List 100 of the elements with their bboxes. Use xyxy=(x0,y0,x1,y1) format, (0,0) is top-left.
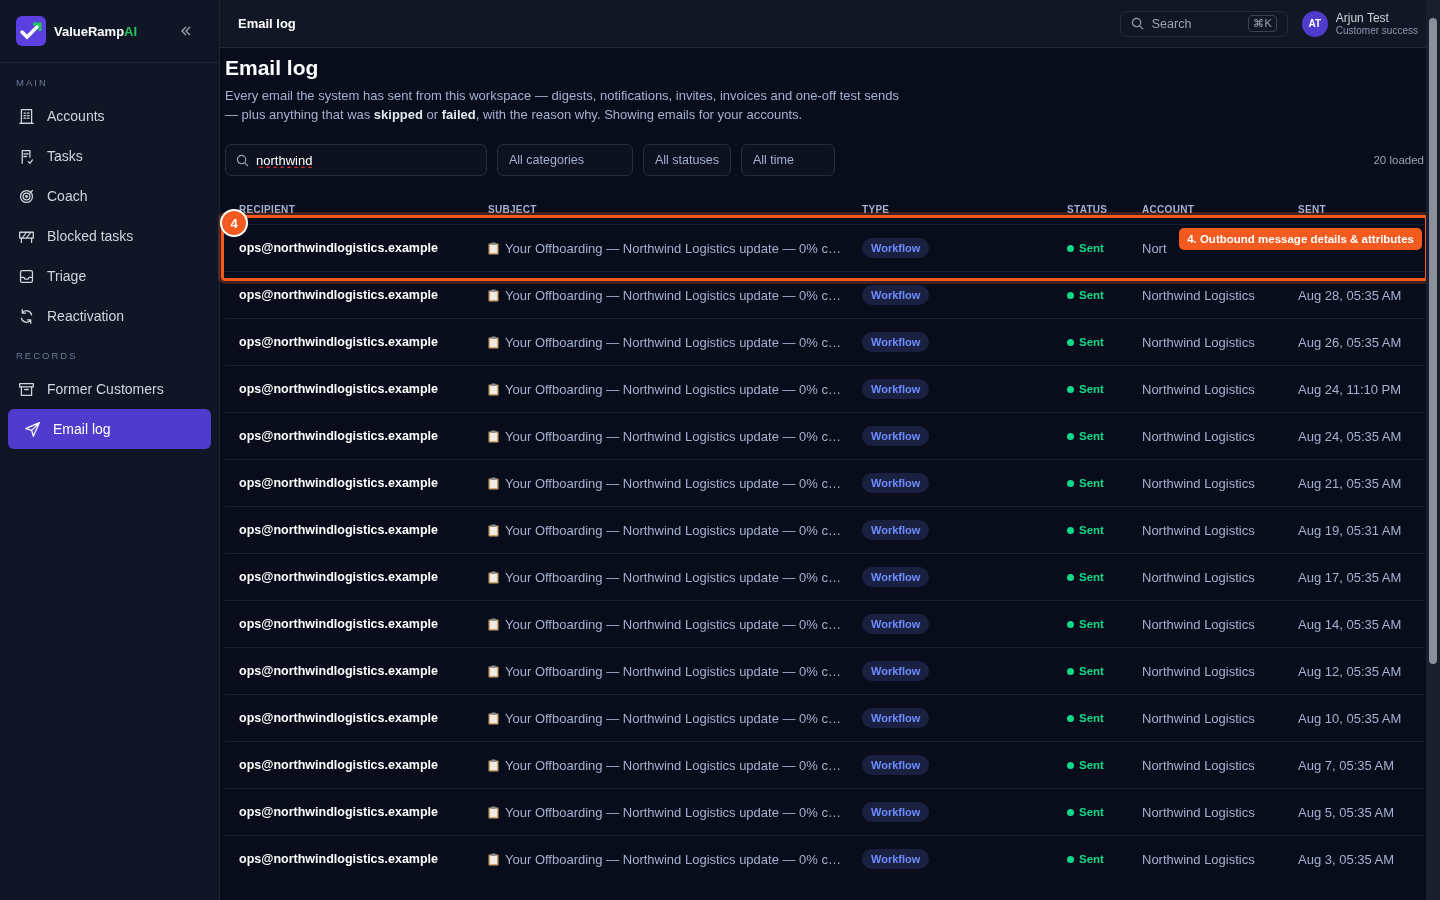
clipboard-icon xyxy=(488,617,499,631)
clipboard-icon xyxy=(488,429,499,443)
sidebar-item[interactable]: Triage xyxy=(8,256,211,296)
status-dot xyxy=(1067,808,1074,816)
shortcut-key: ⌘K xyxy=(1248,15,1277,32)
subject-cell: Your Offboarding — Northwind Logistics update — 0% c… xyxy=(505,663,841,679)
clipboard-icon xyxy=(488,711,499,725)
type-tag: Workflow xyxy=(862,614,930,634)
sidebar-item[interactable]: Reactivation xyxy=(8,296,211,336)
archive-icon xyxy=(18,380,35,398)
type-tag: Workflow xyxy=(862,755,930,775)
recipient-cell: ops@northwindlogistics.example xyxy=(239,805,439,819)
subject-cell: Your Offboarding — Northwind Logistics update — 0% c… xyxy=(505,804,841,820)
sent-cell: Aug 10, 05:35 AM xyxy=(1298,710,1402,726)
status-label: Sent xyxy=(1079,242,1104,254)
status-label: Sent xyxy=(1079,336,1104,348)
sent-cell: Aug 24, 11:10 PM xyxy=(1298,381,1402,397)
account-cell: Northwind Logistics xyxy=(1142,804,1255,820)
status-dot xyxy=(1067,526,1074,534)
recipient-cell: ops@northwindlogistics.example xyxy=(239,617,439,631)
type-tag: Workflow xyxy=(862,379,930,399)
sidebar-item[interactable]: Tasks xyxy=(8,136,211,176)
brand-name: ValueRampAI xyxy=(54,23,139,39)
sent-cell: Aug 17, 05:35 AM xyxy=(1298,569,1402,585)
subject-cell: Your Offboarding — Northwind Logistics update — 0% c… xyxy=(505,616,841,632)
type-tag: Workflow xyxy=(862,520,930,540)
user-name: Arjun Test xyxy=(1335,11,1390,25)
account-cell: Northwind Logistics xyxy=(1142,334,1255,350)
type-tag: Workflow xyxy=(862,238,930,258)
type-tag: Workflow xyxy=(862,567,930,587)
column-header[interactable]: RECIPIENT xyxy=(239,203,296,215)
subject-cell: Your Offboarding — Northwind Logistics update — 0% c… xyxy=(505,757,841,773)
column-header[interactable]: STATUS xyxy=(1067,203,1108,215)
sent-cell: Aug 3, 05:35 AM xyxy=(1298,851,1395,867)
page-title: Email log xyxy=(225,56,320,80)
sent-cell: Aug 24, 05:35 AM xyxy=(1298,428,1402,444)
page-heading: Email log xyxy=(238,16,297,31)
type-tag: Workflow xyxy=(862,473,930,493)
account-cell: Nort xyxy=(1142,240,1167,256)
status-dot xyxy=(1067,338,1074,346)
status-label: Sent xyxy=(1079,665,1104,677)
status-dot xyxy=(1067,855,1074,863)
account-cell: Northwind Logistics xyxy=(1142,851,1255,867)
callout-tooltip: 4. Outbound message details & attributes xyxy=(1179,228,1422,250)
scrollbar[interactable] xyxy=(1426,0,1440,900)
sidebar-item[interactable]: Former Customers xyxy=(8,369,211,409)
type-tag: Workflow xyxy=(862,802,930,822)
sidebar-item[interactable]: Email log xyxy=(8,409,211,449)
status-label: Sent xyxy=(1079,759,1104,771)
clipboard-icon xyxy=(488,570,499,584)
user-role: Customer success xyxy=(1335,25,1418,36)
sent-cell: Aug 12, 05:35 AM xyxy=(1298,663,1402,679)
filter-dropdown[interactable]: All time xyxy=(740,144,835,176)
subject-cell: Your Offboarding — Northwind Logistics update — 0% c… xyxy=(505,522,841,538)
account-cell: Northwind Logistics xyxy=(1142,428,1255,444)
account-cell: Northwind Logistics xyxy=(1142,710,1255,726)
column-header[interactable]: SENT xyxy=(1298,203,1326,215)
column-header[interactable]: TYPE xyxy=(862,203,890,215)
collapse-icon[interactable] xyxy=(179,24,193,38)
subject-cell: Your Offboarding — Northwind Logistics update — 0% c… xyxy=(505,851,841,867)
sidebar-item[interactable]: Blocked tasks xyxy=(8,216,211,256)
inbox-icon xyxy=(18,267,35,285)
filter-search-field[interactable]: northwind xyxy=(225,144,487,176)
sent-cell: Aug 14, 05:35 AM xyxy=(1298,616,1402,632)
recipient-cell: ops@northwindlogistics.example xyxy=(239,664,439,678)
status-dot xyxy=(1067,244,1074,252)
type-tag: Workflow xyxy=(862,849,930,869)
status-dot xyxy=(1067,432,1074,440)
status-dot xyxy=(1067,620,1074,628)
loaded-count: 20 loaded xyxy=(1373,154,1424,166)
status-dot xyxy=(1067,667,1074,675)
recipient-cell: ops@northwindlogistics.example xyxy=(239,288,439,302)
account-cell: Northwind Logistics xyxy=(1142,663,1255,679)
column-header[interactable]: SUBJECT xyxy=(488,203,537,215)
user-avatar[interactable]: AT xyxy=(1301,10,1328,37)
sidebar-item[interactable]: Accounts xyxy=(8,96,211,136)
sidebar-item[interactable]: Coach xyxy=(8,176,211,216)
type-tag: Workflow xyxy=(862,426,930,446)
recipient-cell: ops@northwindlogistics.example xyxy=(239,758,439,772)
filter-dropdown[interactable]: All categories xyxy=(497,144,633,176)
account-cell: Northwind Logistics xyxy=(1142,569,1255,585)
account-cell: Northwind Logistics xyxy=(1142,475,1255,491)
sent-cell: Aug 21, 05:35 AM xyxy=(1298,475,1402,491)
status-label: Sent xyxy=(1079,571,1104,583)
clipboard-icon xyxy=(488,852,499,866)
status-dot xyxy=(1067,714,1074,722)
type-tag: Workflow xyxy=(862,285,930,305)
status-label: Sent xyxy=(1079,383,1104,395)
subject-cell: Your Offboarding — Northwind Logistics update — 0% c… xyxy=(505,710,841,726)
column-header[interactable]: ACCOUNT xyxy=(1142,203,1195,215)
sent-cell: Aug 7, 05:35 AM xyxy=(1298,757,1395,773)
recipient-cell: ops@northwindlogistics.example xyxy=(239,382,439,396)
status-dot xyxy=(1067,291,1074,299)
recipient-cell: ops@northwindlogistics.example xyxy=(239,429,439,443)
send-icon xyxy=(24,420,41,438)
account-cell: Northwind Logistics xyxy=(1142,381,1255,397)
filter-dropdown[interactable]: All statuses xyxy=(643,144,731,176)
recipient-cell: ops@northwindlogistics.example xyxy=(239,523,439,537)
search-field[interactable]: Search ⌘K xyxy=(1119,10,1288,37)
scrollbar-thumb[interactable] xyxy=(1429,18,1437,664)
